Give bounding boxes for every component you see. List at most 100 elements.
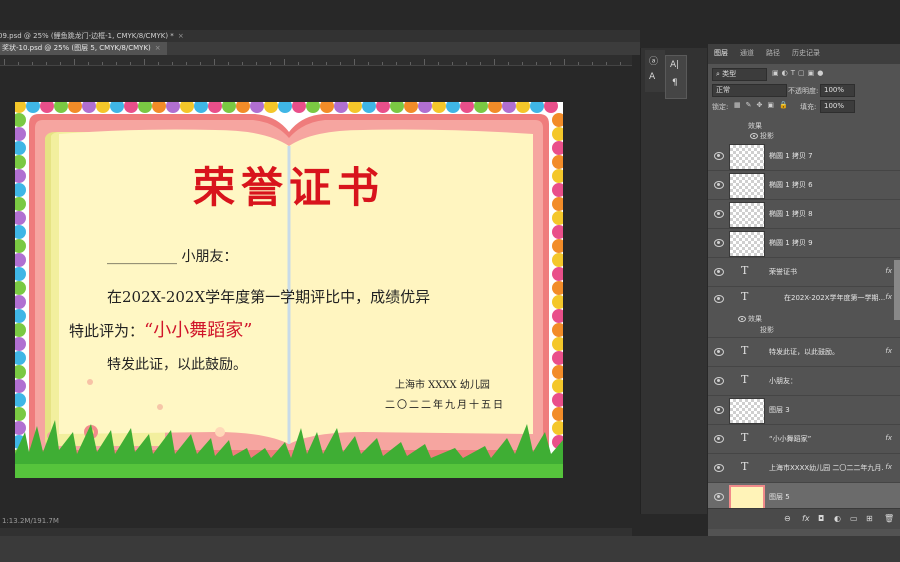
delete-layer-icon[interactable]: 🗑 bbox=[884, 514, 894, 523]
visibility-eye-icon[interactable] bbox=[714, 210, 724, 218]
bottom-strip bbox=[0, 536, 900, 562]
close-icon[interactable]: × bbox=[155, 44, 161, 52]
drop-shadow-row[interactable]: 投影 bbox=[708, 324, 900, 338]
layer-name: 上海市XXXX幼儿园 二〇二二年九月... bbox=[769, 464, 884, 472]
adjustment-layer-icon[interactable]: ◐ bbox=[834, 514, 841, 523]
filter-kind-select[interactable]: ⌕ 类型 bbox=[712, 68, 767, 81]
layers-panel: 图层 通道 路径 历史记录 ⌕ 类型 ▣◐T▢▣● 正常 不透明度: 100% … bbox=[708, 44, 900, 536]
fx-icon[interactable]: fx bbox=[885, 463, 892, 471]
new-layer-icon[interactable]: ⊞ bbox=[866, 514, 873, 523]
visibility-eye-icon[interactable] bbox=[714, 348, 724, 356]
certificate-title: 荣誉证书 bbox=[192, 163, 385, 212]
visibility-eye-icon[interactable] bbox=[714, 464, 724, 472]
visibility-eye-icon[interactable] bbox=[714, 406, 724, 414]
layer-row[interactable]: 椭圆 1 拷贝 7 bbox=[708, 142, 900, 171]
layer-name: 在202X-202X学年度第一学期... bbox=[784, 294, 886, 302]
tab-label: 09.psd @ 25% (鲤鱼跳龙门-边框-1, CMYK/8/CMYK) * bbox=[0, 32, 174, 40]
ruler-tick bbox=[522, 62, 523, 65]
document-tab-2[interactable]: 奖状-10.psd @ 25% (图层 5, CMYK/8/CMYK) × bbox=[0, 42, 167, 55]
ruler-tick bbox=[284, 59, 285, 65]
paragraph-icon[interactable]: ¶ bbox=[672, 78, 678, 88]
blend-row: 正常 不透明度: 100% bbox=[708, 84, 900, 98]
lock-label: 锁定: bbox=[712, 103, 729, 111]
ruler-tick bbox=[298, 62, 299, 65]
top-ruler[interactable] bbox=[0, 55, 632, 66]
layer-row[interactable]: 椭圆 1 拷贝 8 bbox=[708, 200, 900, 229]
layer-row[interactable]: 图层 3 bbox=[708, 396, 900, 425]
layer-name: 图层 3 bbox=[769, 406, 790, 414]
ruler-tick bbox=[620, 62, 621, 65]
blend-mode-select[interactable]: 正常 bbox=[712, 84, 787, 97]
layer-row[interactable]: T 在202X-202X学年度第一学期... fx bbox=[708, 287, 900, 309]
lock-icons[interactable]: ▦✎✥▣🔒 bbox=[734, 101, 793, 109]
text-layer-icon: T bbox=[741, 460, 749, 473]
tab-history[interactable]: 历史记录 bbox=[792, 48, 820, 58]
paragraph-panel-button[interactable]: A| ¶ bbox=[665, 55, 687, 99]
ruler-tick bbox=[228, 62, 229, 65]
opacity-label: 不透明度: bbox=[788, 87, 819, 95]
visibility-eye-icon[interactable] bbox=[714, 239, 724, 247]
layer-row[interactable]: 椭圆 1 拷贝 9 bbox=[708, 229, 900, 258]
layer-name: 椭圆 1 拷贝 8 bbox=[769, 210, 813, 218]
visibility-eye-icon[interactable] bbox=[750, 133, 758, 139]
add-mask-icon[interactable]: ◘ bbox=[818, 514, 824, 523]
drop-shadow-label: 投影 bbox=[760, 132, 774, 140]
layer-row[interactable]: T 上海市XXXX幼儿园 二〇二二年九月... fx bbox=[708, 454, 900, 483]
add-style-icon[interactable]: fx bbox=[802, 514, 810, 523]
ruler-tick bbox=[32, 62, 33, 65]
visibility-eye-icon[interactable] bbox=[714, 295, 724, 303]
layer-thumbnail bbox=[729, 144, 765, 170]
character-icon[interactable]: ⓐ bbox=[649, 54, 658, 67]
ruler-tick bbox=[116, 62, 117, 65]
layer-row[interactable]: T 特发此证，以此鼓励。 fx bbox=[708, 338, 900, 367]
opacity-input[interactable]: 100% bbox=[820, 84, 855, 97]
tab-layers[interactable]: 图层 bbox=[714, 48, 728, 58]
document-tab-1[interactable]: 09.psd @ 25% (鲤鱼跳龙门-边框-1, CMYK/8/CMYK) *… bbox=[0, 30, 190, 42]
layer-row[interactable]: T 荣誉证书 fx bbox=[708, 258, 900, 287]
text-layer-icon: T bbox=[741, 290, 749, 303]
ruler-tick bbox=[4, 59, 5, 65]
visibility-eye-icon[interactable] bbox=[738, 316, 746, 322]
ruler-tick bbox=[172, 62, 173, 65]
layers-scrollbar[interactable] bbox=[894, 260, 900, 320]
layer-row[interactable]: T “小小舞蹈家” fx bbox=[708, 425, 900, 454]
drop-shadow-row[interactable]: 投影 bbox=[708, 130, 900, 142]
layer-row[interactable]: T 小朋友： bbox=[708, 367, 900, 396]
visibility-eye-icon[interactable] bbox=[714, 181, 724, 189]
type-panel-icon[interactable]: A| bbox=[670, 60, 679, 70]
visibility-eye-icon[interactable] bbox=[714, 493, 724, 501]
close-icon[interactable]: × bbox=[178, 32, 184, 40]
visibility-eye-icon[interactable] bbox=[714, 377, 724, 385]
ruler-tick bbox=[60, 62, 61, 65]
ruler-tick bbox=[410, 62, 411, 65]
certificate-document[interactable]: 荣誉证书 __________ 小朋友： 在202X-202X学年度第一学期评比… bbox=[15, 102, 563, 478]
ruler-tick bbox=[452, 62, 453, 65]
fx-icon[interactable]: fx bbox=[885, 267, 892, 275]
ruler-tick bbox=[578, 62, 579, 65]
fx-icon[interactable]: fx bbox=[885, 434, 892, 442]
visibility-eye-icon[interactable] bbox=[714, 268, 724, 276]
type-icon[interactable]: A bbox=[649, 72, 655, 82]
layer-row[interactable]: 椭圆 1 拷贝 6 bbox=[708, 171, 900, 200]
fx-icon[interactable]: fx bbox=[885, 293, 892, 301]
link-layers-icon[interactable]: ⊖ bbox=[784, 514, 791, 523]
layer-name: 小朋友： bbox=[769, 377, 797, 385]
ruler-tick bbox=[186, 62, 187, 65]
filter-icons[interactable]: ▣◐T▢▣● bbox=[772, 69, 826, 77]
drop-shadow-label: 投影 bbox=[760, 326, 774, 334]
new-group-icon[interactable]: ▭ bbox=[850, 514, 858, 523]
ruler-tick bbox=[18, 62, 19, 65]
ruler-tick bbox=[480, 62, 481, 65]
tab-channels[interactable]: 通道 bbox=[740, 48, 754, 58]
horizontal-scrollbar[interactable] bbox=[0, 528, 632, 536]
ruler-tick bbox=[340, 62, 341, 65]
tool-group[interactable]: ⓐ A bbox=[645, 50, 665, 92]
visibility-eye-icon[interactable] bbox=[714, 152, 724, 160]
ruler-tick bbox=[368, 62, 369, 65]
fill-input[interactable]: 100% bbox=[820, 100, 855, 113]
tab-paths[interactable]: 路径 bbox=[766, 48, 780, 58]
visibility-eye-icon[interactable] bbox=[714, 435, 724, 443]
ruler-tick bbox=[508, 62, 509, 65]
fx-icon[interactable]: fx bbox=[885, 347, 892, 355]
ruler-tick bbox=[564, 59, 565, 65]
